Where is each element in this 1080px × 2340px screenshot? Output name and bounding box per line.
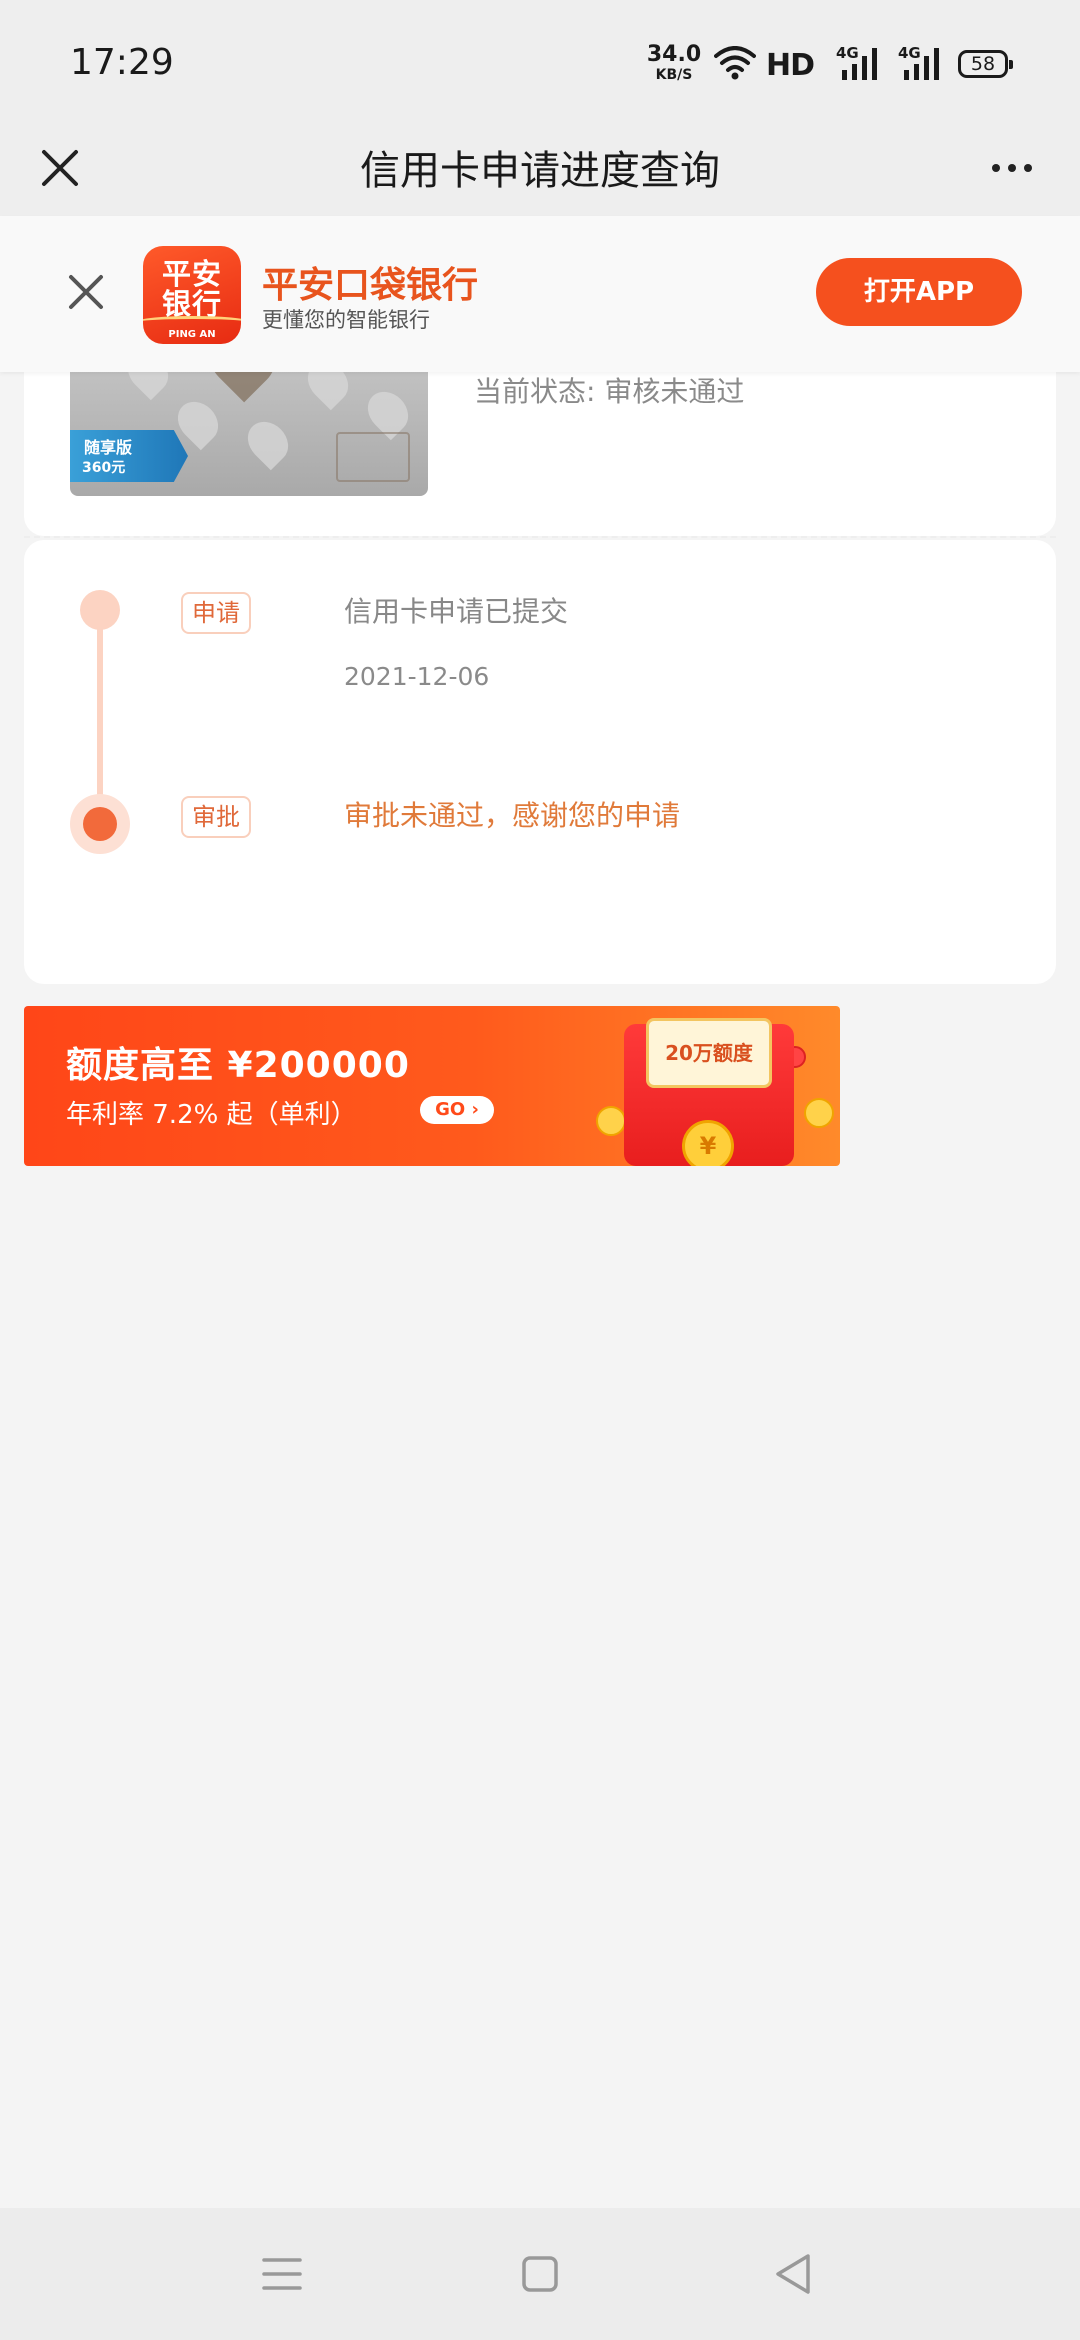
network-speed-unit: KB/S xyxy=(655,67,693,83)
home-icon[interactable] xyxy=(510,2244,570,2304)
step-text-apply: 信用卡申请已提交 xyxy=(344,595,569,628)
step-tag-review: 审批 xyxy=(181,796,251,838)
promo-subtitle: 年利率 7.2% 起（单利） xyxy=(66,1100,357,1130)
application-status: 当前状态: 审核未通过 xyxy=(474,375,745,408)
app-download-banner: 平安 银行 PING AN 平安口袋银行 更懂您的智能银行 打开APP xyxy=(0,216,1080,372)
envelope-label: 20万额度 xyxy=(646,1018,772,1088)
step-date-apply: 2021-12-06 xyxy=(344,662,490,691)
title-bar: 信用卡申请进度查询 xyxy=(0,120,1080,216)
page: 17:29 34.0 KB/S HD 4G 4G 58 信用卡申请进度查询 平安… xyxy=(0,0,1080,2340)
app-logo-text: 平安 xyxy=(161,257,222,291)
network-speed-value: 34.0 xyxy=(646,42,702,67)
app-logo-text: 银行 xyxy=(161,287,222,321)
red-envelope-icon: 20万额度 ¥ xyxy=(624,1018,794,1166)
unionpay-logo xyxy=(336,432,410,482)
timeline-dot-current xyxy=(70,794,130,854)
hd-label: HD xyxy=(766,48,815,83)
status-bar: 17:29 34.0 KB/S HD 4G 4G 58 xyxy=(0,0,1080,120)
progress-timeline: 申请 信用卡申请已提交 2021-12-06 审批 审批未通过，感谢您的申请 xyxy=(24,540,1056,984)
coin-icon xyxy=(596,1106,626,1136)
wifi-icon xyxy=(714,46,756,84)
card-badge: 随享版 360元 xyxy=(70,430,188,482)
menu-icon[interactable] xyxy=(252,2244,312,2304)
app-logo: 平安 银行 PING AN xyxy=(143,246,241,344)
card-badge-title: 随享版 xyxy=(84,438,133,457)
battery-icon: 58 xyxy=(958,50,1013,78)
loan-promo-banner[interactable]: 额度高至 ¥200000 年利率 7.2% 起（单利） GO › 20万额度 ¥ xyxy=(24,1006,840,1166)
timeline-line xyxy=(97,610,103,814)
status-time: 17:29 xyxy=(70,42,174,83)
open-app-button[interactable]: 打开APP xyxy=(816,258,1022,326)
card-badge-subtitle: 360元 xyxy=(82,460,126,476)
step-tag-apply: 申请 xyxy=(181,592,251,634)
more-icon[interactable] xyxy=(980,148,1044,188)
yuan-coin-icon: ¥ xyxy=(682,1120,734,1166)
page-title: 信用卡申请进度查询 xyxy=(360,148,720,194)
timeline-dot xyxy=(80,590,120,630)
step-text-review: 审批未通过，感谢您的申请 xyxy=(344,799,681,832)
system-nav-bar xyxy=(0,2208,1080,2340)
network-speed: 34.0 KB/S xyxy=(644,42,704,83)
divider xyxy=(24,536,1056,538)
app-logo-subtext: PING AN xyxy=(168,329,216,340)
close-icon[interactable] xyxy=(56,262,116,322)
promo-go-button[interactable]: GO › xyxy=(420,1096,494,1124)
coin-icon xyxy=(804,1098,834,1128)
promo-title: 额度高至 ¥200000 xyxy=(66,1045,410,1086)
back-icon[interactable] xyxy=(764,2244,824,2304)
app-name: 平安口袋银行 xyxy=(262,265,479,306)
app-slogan: 更懂您的智能银行 xyxy=(262,308,430,332)
